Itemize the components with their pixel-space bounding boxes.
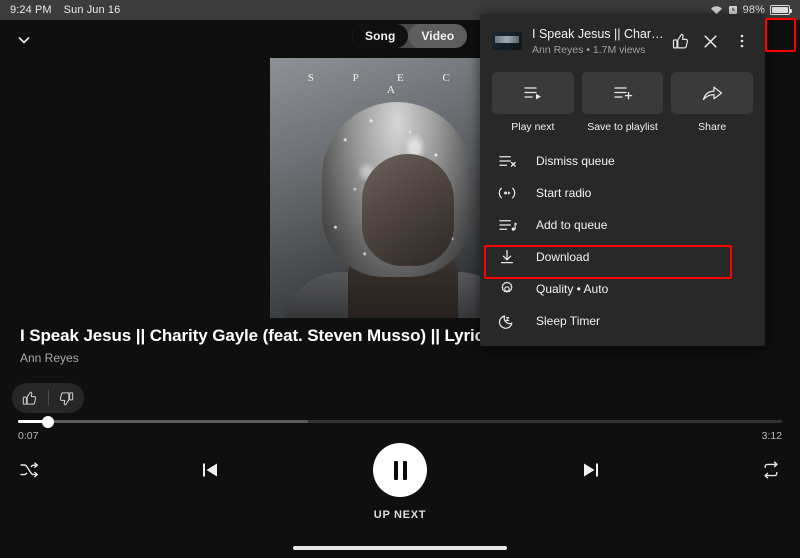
home-indicator[interactable] [293,546,507,550]
menu-video-title: I Speak Jesus || Charity G... [532,26,665,41]
artwork-figure-face [362,154,454,266]
next-track-icon[interactable] [571,445,611,495]
play-next-icon [492,72,574,114]
menu-item-label: Sleep Timer [536,314,601,328]
toggle-option-video[interactable]: Video [408,24,468,48]
context-menu-sheet: I Speak Jesus || Charity G... Ann Reyes … [480,14,765,346]
video-thumbnail [492,32,522,50]
play-next-label: Play next [511,121,555,133]
menu-item-download[interactable]: Download [480,241,765,273]
save-to-playlist-icon [581,72,664,114]
up-next-label[interactable]: UP NEXT [0,509,800,521]
thumbs-up-icon[interactable] [12,383,48,413]
menu-header: I Speak Jesus || Charity G... Ann Reyes … [480,14,765,68]
menu-item-label: Start radio [536,186,592,200]
radio-icon [496,182,518,204]
repeat-icon[interactable] [752,445,790,495]
play-next-button[interactable]: Play next [492,72,574,133]
progress-buffered [18,420,309,423]
progress-thumb[interactable] [41,415,54,428]
battery-icon [770,5,792,15]
menu-video-subtitle: Ann Reyes • 1.7M views [532,43,646,56]
rating-control [12,383,84,413]
track-title: I Speak Jesus || Charity Gayle (feat. St… [20,326,490,345]
add-to-queue-icon [496,214,518,236]
menu-item-label: Dismiss queue [536,154,615,168]
close-icon[interactable] [695,26,725,56]
share-label: Share [698,121,727,133]
menu-item-quality[interactable]: Quality • Auto [480,273,765,305]
track-metadata: I Speak Jesus || Charity Gayle (feat. St… [20,326,500,365]
dismiss-queue-icon [496,150,518,172]
save-to-playlist-button[interactable]: Save to playlist [581,72,664,133]
menu-item-label: Add to queue [536,218,608,232]
progress-track[interactable] [18,415,782,428]
status-time: 9:24 PM [10,4,52,16]
menu-item-start-radio[interactable]: Start radio [480,177,765,209]
shuffle-icon[interactable] [10,445,48,495]
progress-bar[interactable]: 0:07 3:12 [18,415,782,442]
pause-icon[interactable] [373,443,427,497]
time-row: 0:07 3:12 [18,430,782,442]
thumbs-up-icon[interactable] [665,26,695,56]
share-icon [671,72,754,114]
menu-item-add-to-queue[interactable]: Add to queue [480,209,765,241]
menu-quick-actions: Play next Save to playlist Share [480,68,765,139]
chevron-down-icon[interactable] [4,20,44,60]
app-screen: 9:24 PM Sun Jun 16 98% Song Video S P E … [0,0,800,558]
status-date: Sun Jun 16 [63,4,121,16]
previous-track-icon[interactable] [190,445,230,495]
share-button[interactable]: Share [671,72,754,133]
gear-icon [496,278,518,300]
thumbs-down-icon[interactable] [49,383,85,413]
toggle-option-song[interactable]: Song [352,24,409,48]
more-vertical-icon[interactable] [727,26,757,56]
current-time: 0:07 [18,430,39,442]
save-to-playlist-label: Save to playlist [587,121,658,133]
menu-item-label: Download [536,250,590,264]
menu-item-dismiss-queue[interactable]: Dismiss queue [480,145,765,177]
menu-header-text: I Speak Jesus || Charity G... Ann Reyes … [532,27,665,56]
sleep-timer-icon [496,310,518,332]
menu-items-list: Dismiss queue Start radio Add to queue D… [480,139,765,337]
download-icon [496,246,518,268]
menu-item-sleep-timer[interactable]: Sleep Timer [480,305,765,337]
song-video-toggle[interactable]: Song Video [352,24,468,48]
menu-item-label: Quality • Auto [536,282,609,296]
track-artist: Ann Reyes [20,351,79,365]
total-time: 3:12 [761,430,782,442]
